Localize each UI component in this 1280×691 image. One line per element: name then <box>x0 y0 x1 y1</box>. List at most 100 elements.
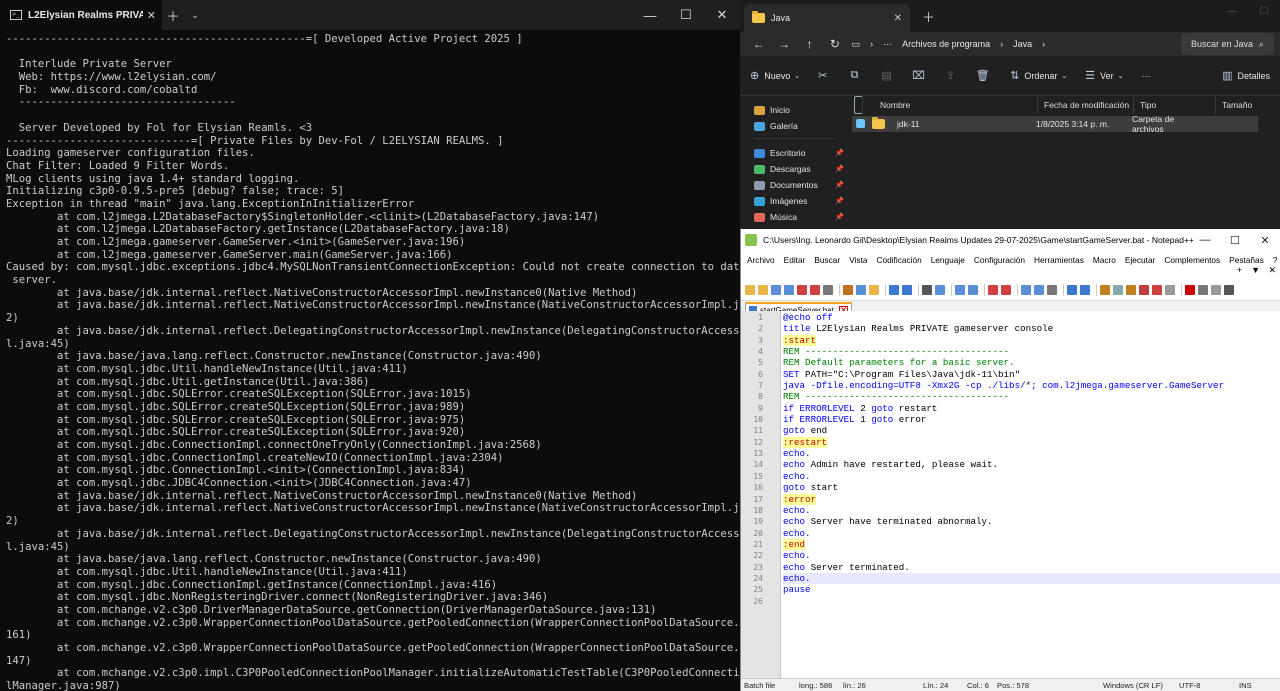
view-button[interactable]: ☰ Ver ⌄ <box>1085 69 1123 82</box>
column-header-type[interactable]: Tipo <box>1134 96 1216 114</box>
minimize-icon[interactable]: — <box>1216 0 1248 22</box>
menu-item[interactable]: Editar <box>784 255 806 265</box>
ellipsis-icon[interactable]: ··· <box>883 39 892 49</box>
toolbar-button-icon[interactable] <box>935 284 945 295</box>
toolbar-button-icon[interactable] <box>1021 284 1031 295</box>
select-all-checkbox[interactable] <box>852 96 874 114</box>
up-arrow-icon[interactable]: ↑ <box>797 37 822 51</box>
search-input[interactable]: Buscar en Java ⌕ <box>1180 33 1274 55</box>
minimize-icon[interactable]: — <box>632 0 668 30</box>
toolbar-button-icon[interactable] <box>1047 284 1057 295</box>
menu-item[interactable]: Pestañas <box>1229 255 1264 265</box>
toolbar-button-icon[interactable] <box>988 284 998 295</box>
menu-item[interactable]: Macro <box>1093 255 1116 265</box>
column-header-size[interactable]: Tamaño <box>1216 96 1276 114</box>
toolbar-button-icon[interactable] <box>922 284 932 295</box>
toolbar-button-icon[interactable] <box>1080 284 1090 295</box>
toolbar-button-icon[interactable] <box>1185 284 1195 295</box>
maximize-icon[interactable]: ☐ <box>1248 0 1280 22</box>
breadcrumb-item[interactable]: Java <box>1013 39 1032 49</box>
minimize-icon[interactable]: — <box>1190 229 1220 251</box>
terminal-tab[interactable]: >_ L2Elysian Realms PRIVATE gar ✕ <box>0 0 162 30</box>
toolbar-button-icon[interactable] <box>1211 284 1221 295</box>
toolbar-button-icon[interactable] <box>1067 284 1077 295</box>
address-bar[interactable]: ▭ › ··· Archivos de programa › Java › <box>852 33 1177 55</box>
toolbar-button-icon[interactable] <box>869 284 879 295</box>
toolbar-button-icon[interactable] <box>955 284 965 295</box>
chevron-down-icon[interactable]: ⌄ <box>184 10 206 21</box>
toolbar-button-icon[interactable] <box>889 284 899 295</box>
sort-button[interactable]: ⇅ Ordenar ⌄ <box>1010 69 1067 82</box>
sidebar-item[interactable]: Documentos 📌 <box>754 177 844 193</box>
back-arrow-icon[interactable]: ← <box>746 37 771 51</box>
forward-arrow-icon[interactable]: → <box>771 37 796 51</box>
toolbar-button-icon[interactable] <box>1139 284 1149 295</box>
toolbar-button-icon[interactable] <box>843 284 853 295</box>
rename-button[interactable]: ⌧ <box>912 69 928 82</box>
paste-button[interactable]: ▤ <box>881 69 896 82</box>
sidebar-item[interactable]: Inicio <box>754 102 844 118</box>
toolbar-button-icon[interactable] <box>1198 284 1208 295</box>
menu-item[interactable]: Codificación <box>876 255 921 265</box>
more-options-button[interactable]: ··· <box>1142 71 1151 81</box>
code-editor[interactable]: 1 2 3 4 5 6 7 8 9 10 11 12 13 14 15 16 17 18 19 20 21 22 23 24 2… <box>741 311 1280 678</box>
toolbar-button-icon[interactable] <box>823 284 833 295</box>
menu-item[interactable]: ? <box>1273 255 1278 265</box>
close-tab-icon[interactable]: ✕ <box>147 9 156 22</box>
delete-button[interactable]: 🗑 <box>976 69 992 82</box>
cut-button[interactable]: ✂ <box>818 69 832 82</box>
menu-item[interactable]: Ejecutar <box>1125 255 1155 265</box>
close-icon[interactable]: ✕ <box>704 0 740 30</box>
toolbar-button-icon[interactable] <box>745 284 755 295</box>
toolbar-button-icon[interactable] <box>1034 284 1044 295</box>
code-area[interactable]: @echo off title L2Elysian Realms PRIVATE … <box>781 311 1280 678</box>
toolbar-button-icon[interactable] <box>856 284 866 295</box>
column-header-name[interactable]: Nombre <box>874 96 1038 114</box>
toolbar-button-icon[interactable] <box>784 284 794 295</box>
toolbar-button-icon[interactable] <box>758 284 768 295</box>
toolbar-button-icon[interactable] <box>1165 284 1175 295</box>
toolbar-button-icon[interactable] <box>1126 284 1136 295</box>
menu-item[interactable]: Vista <box>849 255 867 265</box>
row-checkbox[interactable] <box>852 118 866 130</box>
toolbar-button-icon[interactable] <box>810 284 820 295</box>
toolbar-button-icon[interactable] <box>1224 284 1234 295</box>
copy-button[interactable]: ⧉ <box>850 69 864 82</box>
sidebar-item[interactable]: Música 📌 <box>754 209 844 225</box>
menu-item[interactable]: Buscar <box>814 255 840 265</box>
plus-icon[interactable]: + <box>1237 265 1242 275</box>
column-header-date[interactable]: Fecha de modificación <box>1038 96 1134 114</box>
toolbar-button-icon[interactable] <box>1001 284 1011 295</box>
sidebar-item[interactable]: Galería <box>754 118 844 134</box>
sidebar-item[interactable]: Escritorio 📌 <box>754 145 844 161</box>
menu-item[interactable]: Herramientas <box>1034 255 1084 265</box>
close-icon[interactable]: ✕ <box>1250 229 1280 251</box>
toolbar-button-icon[interactable] <box>968 284 978 295</box>
breadcrumb-item[interactable]: Archivos de programa <box>902 39 990 49</box>
share-button[interactable]: ⇪ <box>946 69 960 82</box>
menu-item[interactable]: Configuración <box>974 255 1025 265</box>
new-tab-icon[interactable]: ＋ <box>922 7 935 26</box>
refresh-icon[interactable]: ↻ <box>822 37 847 51</box>
sidebar-item[interactable]: Descargas 📌 <box>754 161 844 177</box>
close-tab-icon[interactable]: ✕ <box>894 13 902 24</box>
maximize-icon[interactable]: ☐ <box>668 0 704 30</box>
toolbar-button-icon[interactable] <box>902 284 912 295</box>
toolbar-button-icon[interactable] <box>771 284 781 295</box>
toolbar-button-icon[interactable] <box>1152 284 1162 295</box>
toolbar-button-icon[interactable] <box>1100 284 1110 295</box>
menu-item[interactable]: Lenguaje <box>931 255 965 265</box>
new-tab-icon[interactable]: ＋ <box>162 6 184 25</box>
terminal-output[interactable]: ---------------------------------- ------… <box>0 30 740 691</box>
explorer-tab[interactable]: Java ✕ <box>744 4 910 32</box>
menu-item[interactable]: Archivo <box>747 255 775 265</box>
close-document-icon[interactable]: ✕ <box>1268 265 1276 276</box>
toolbar-button-icon[interactable] <box>1113 284 1123 295</box>
sidebar-item[interactable]: Imágenes 📌 <box>754 193 844 209</box>
new-button[interactable]: ⊕ Nuevo ⌄ <box>750 69 800 82</box>
maximize-icon[interactable]: ☐ <box>1220 229 1250 251</box>
toolbar-button-icon[interactable] <box>797 284 807 295</box>
menu-item[interactable]: Complementos <box>1164 255 1220 265</box>
table-row[interactable]: jdk-11 1/8/2025 3:14 p. m. Carpeta de ar… <box>852 114 1258 134</box>
details-button[interactable]: ▥ Detalles <box>1222 69 1270 82</box>
